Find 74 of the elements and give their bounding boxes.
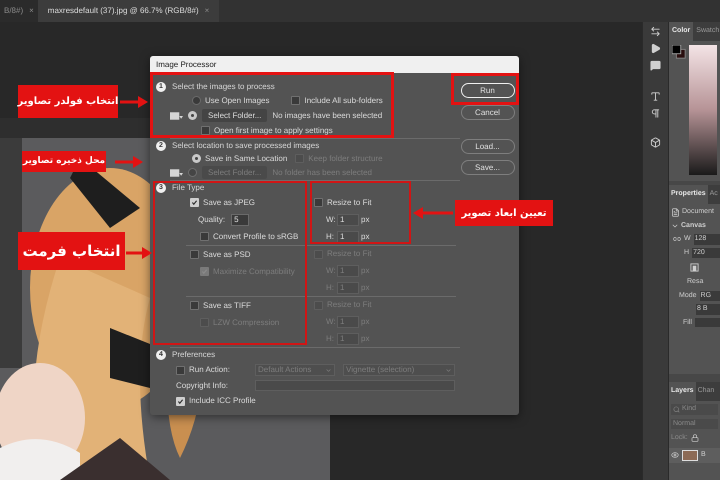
dialog-button[interactable]: Load...	[460, 139, 514, 154]
arrow	[115, 156, 143, 168]
link-icon[interactable]	[673, 235, 681, 244]
checkbox[interactable]	[314, 198, 323, 207]
character-icon[interactable]	[650, 91, 661, 102]
comment-icon[interactable]	[650, 60, 661, 71]
dimension-label: H:	[326, 230, 335, 242]
section-title: Select the images to process	[172, 80, 275, 92]
unit-label: px	[361, 214, 370, 226]
color-picker-field[interactable]	[689, 45, 717, 175]
checkbox[interactable]	[200, 232, 209, 241]
copyright-label: Copyright Info:	[176, 380, 230, 392]
select-folder-button[interactable]: Select Folder...	[202, 109, 268, 122]
radio-label: Use Open Images	[205, 94, 270, 106]
radio-button[interactable]	[192, 96, 201, 105]
search-icon	[673, 406, 680, 413]
color-swatches-icon[interactable]	[672, 45, 686, 59]
checkbox[interactable]	[291, 96, 300, 105]
dialog-button[interactable]: Save...	[460, 160, 514, 175]
checkbox[interactable]	[190, 250, 199, 259]
file-type-label: Save as TIFF	[203, 300, 251, 312]
quality-field[interactable]: 5	[231, 214, 250, 226]
eye-icon[interactable]	[671, 451, 679, 459]
checkbox-label: Convert Profile to sRGB	[213, 230, 298, 242]
checkbox[interactable]	[190, 301, 199, 310]
file-type-label: Save as PSD	[203, 248, 251, 260]
cube-icon[interactable]	[650, 137, 661, 148]
tab-label: B/8#)	[4, 5, 24, 17]
document-tab[interactable]: maxresdefault (37).jpg @ 66.7% (RGB/8#) ×	[38, 0, 220, 22]
chevron-down-icon	[325, 366, 332, 374]
arrow	[120, 96, 148, 108]
play-icon[interactable]	[650, 43, 661, 54]
annotation-label: تعیین ابعاد تصویر	[455, 200, 553, 226]
annotation-label: محل ذخیره تصاویر	[22, 151, 106, 172]
checkbox-label: Open first image to apply settings	[214, 124, 333, 136]
layer-thumbnail	[682, 450, 698, 460]
folder-source-icon	[170, 112, 183, 120]
radio-label: Save in Same Location	[205, 152, 288, 164]
annotation-label: انتخاب فرمت	[18, 232, 125, 270]
chevron-down-icon	[445, 366, 452, 374]
height-field[interactable]: 1	[337, 230, 359, 242]
checkbox-label: Resize to Fit	[327, 196, 372, 208]
lock-icon[interactable]	[690, 434, 699, 442]
section-title: File Type	[172, 182, 204, 194]
checkbox[interactable]	[176, 366, 185, 374]
tab-label: maxresdefault (37).jpg @ 66.7% (RGB/8#)	[48, 5, 199, 17]
radio-button[interactable]	[188, 111, 197, 120]
dialog-button[interactable]: Run	[460, 83, 514, 98]
close-icon[interactable]: ×	[204, 7, 210, 15]
unit-label: px	[361, 230, 370, 242]
dialog-button[interactable]: Cancel	[460, 105, 514, 120]
checkbox-label: Include ICC Profile	[189, 395, 256, 407]
checkbox-label: Run Action:	[189, 364, 230, 376]
close-icon[interactable]: ×	[29, 7, 34, 15]
checkbox[interactable]	[201, 126, 210, 135]
radio-button[interactable]	[192, 154, 201, 163]
dimension-label: W:	[326, 214, 335, 226]
image-size-icon[interactable]	[690, 263, 699, 272]
width-field[interactable]: 1	[337, 214, 359, 226]
checkbox-label: Include All sub-folders	[304, 94, 383, 106]
arrow	[126, 247, 152, 259]
quality-label: Quality:	[198, 214, 226, 226]
arrow	[413, 207, 453, 219]
paragraph-icon[interactable]	[650, 108, 661, 119]
section-title: Preferences	[172, 349, 216, 361]
section-title: Select location to save processed images	[172, 140, 320, 152]
swap-icon[interactable]	[650, 26, 661, 37]
document-icon	[671, 208, 680, 217]
highlight-frame	[451, 73, 519, 105]
file-type-label: Save as JPEG	[203, 196, 256, 208]
status-text: No images have been selected	[272, 110, 382, 122]
folder-destination-icon	[170, 168, 183, 176]
dialog-title: Image Processor	[156, 58, 216, 70]
document-tab[interactable]: B/8#) ×	[0, 0, 38, 22]
